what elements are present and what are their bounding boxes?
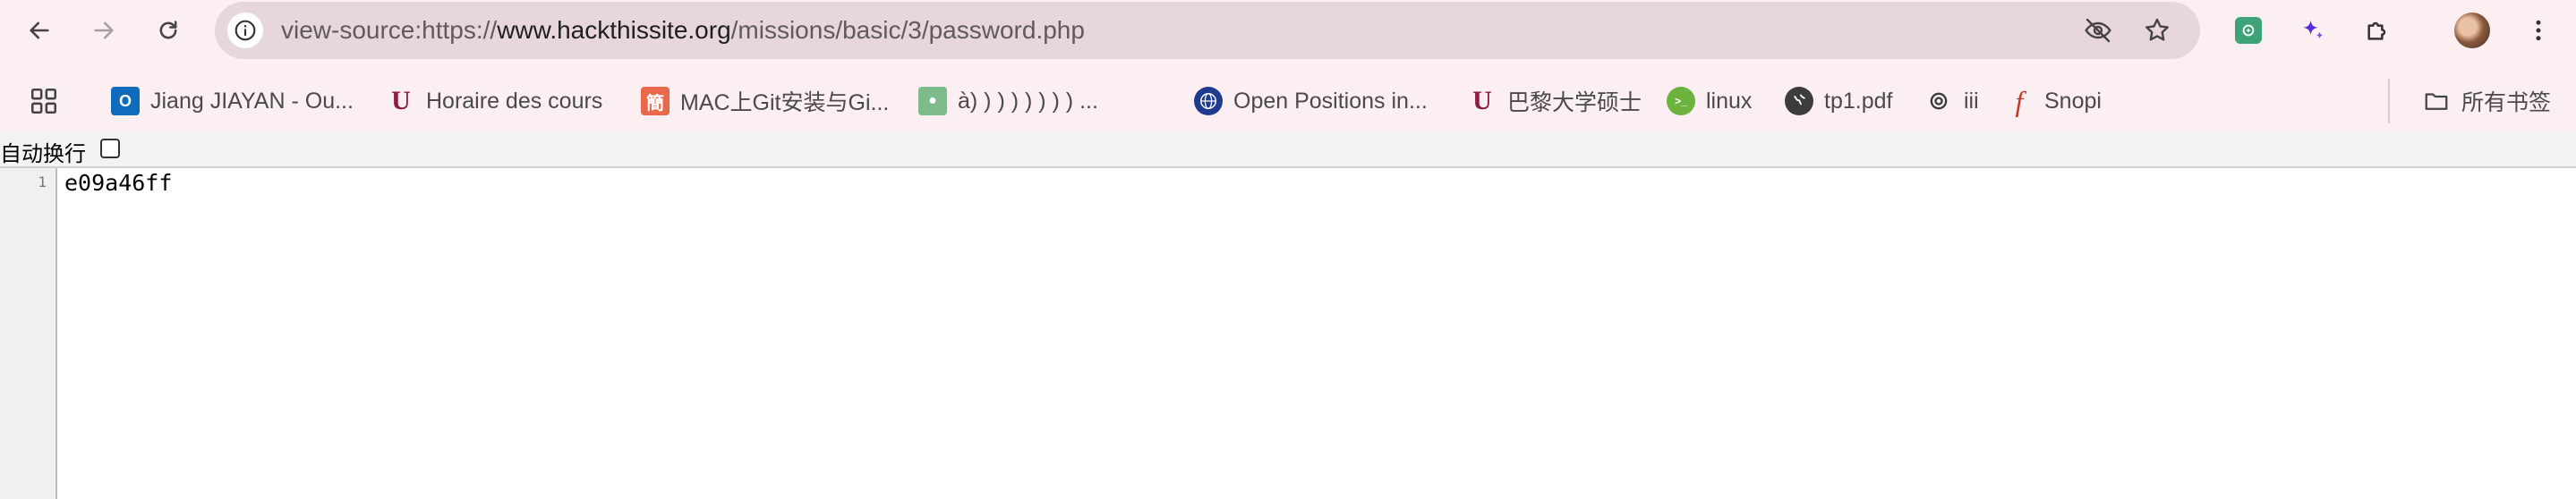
bookmark-paris-master[interactable]: U 巴黎大学硕士: [1468, 80, 1642, 122]
jianshu-icon: 簡: [641, 87, 670, 115]
bookmark-iii[interactable]: iii: [1924, 80, 1979, 122]
eye-slash-icon: [2085, 18, 2111, 43]
address-bar[interactable]: view-source:https://www.hackthissite.org…: [215, 2, 2200, 59]
openai-icon: [2235, 17, 2262, 44]
bookmark-outlook[interactable]: O Jiang JIAYAN - Ou...: [111, 80, 354, 122]
url-host: www.hackthissite.org: [497, 16, 731, 44]
back-arrow-icon: [30, 21, 49, 39]
bookmark-git[interactable]: 簡 MAC上Git安装与Gi...: [641, 80, 889, 122]
url-path: /missions/basic/3/password.php: [730, 16, 1085, 44]
line-number-gutter: 1: [0, 168, 57, 499]
line-number: 1: [38, 173, 47, 190]
bookmark-label: tp1.pdf: [1824, 88, 1893, 114]
bookmark-label: iii: [1964, 88, 1979, 114]
bookmark-label: linux: [1706, 88, 1753, 114]
bookmark-label: 巴黎大学硕士: [1507, 90, 1642, 115]
linux-icon: >_: [1667, 87, 1695, 115]
bookmark-open-positions[interactable]: Open Positions in...: [1194, 80, 1428, 122]
bookmark-linux[interactable]: >_ linux: [1667, 80, 1752, 122]
forward-arrow-icon: [94, 21, 114, 39]
more-vertical-icon: [2536, 20, 2541, 41]
bookmark-tp1-pdf[interactable]: tp1.pdf: [1785, 80, 1892, 122]
profile-button[interactable]: [2454, 13, 2490, 48]
apps-grid-icon: [30, 88, 57, 114]
bookmark-label: MAC上Git安装与Gi...: [680, 90, 890, 115]
gemini-button[interactable]: [2295, 13, 2331, 48]
bookmark-label: Snopi: [2044, 88, 2102, 114]
bookmark-paw[interactable]: ● à) ) ) ) ) ) ) ) ...: [918, 80, 1098, 122]
line-wrap-checkbox[interactable]: [100, 139, 120, 158]
globe-icon: [1785, 87, 1813, 115]
browser-menu-button[interactable]: [2521, 13, 2556, 48]
bookmarks-divider: [2388, 79, 2390, 123]
source-line: e09a46ff: [64, 170, 173, 196]
all-bookmarks-button[interactable]: 所有书签: [2422, 80, 2551, 122]
reload-button[interactable]: [150, 13, 186, 48]
bookmark-label: Jiang JIAYAN - Ou...: [150, 88, 354, 114]
paw-icon: ●: [918, 87, 947, 115]
extensions-button[interactable]: [2359, 13, 2395, 48]
script-f-icon: f: [2015, 84, 2024, 117]
bookmark-star-button[interactable]: [2139, 13, 2175, 48]
line-wrap-bar: 自动换行: [0, 132, 2576, 168]
bookmark-label: Horaire des cours: [426, 88, 603, 114]
bookmark-label: à) ) ) ) ) ) ) ) ...: [958, 88, 1098, 114]
site-info-button[interactable]: [227, 13, 263, 48]
folder-icon: [2422, 87, 2451, 115]
line-wrap-label: 自动换行: [0, 141, 86, 166]
university-logo-icon: U: [391, 86, 411, 115]
browser-toolbar: view-source:https://www.hackthissite.org…: [0, 0, 2576, 61]
outlook-icon: O: [111, 87, 140, 115]
puzzle-icon: [2367, 21, 2386, 40]
university-logo-icon: U: [1472, 86, 1492, 115]
bookmark-label: Open Positions in...: [1233, 88, 1428, 114]
url-scheme: view-source:https://: [281, 16, 498, 44]
openai-icon: [1924, 87, 1953, 115]
bookmark-horaire[interactable]: U Horaire des cours: [387, 80, 602, 122]
back-button[interactable]: [21, 13, 57, 48]
info-icon: [235, 20, 256, 41]
star-icon: [2145, 18, 2169, 41]
bookmark-snopi[interactable]: f Snopi: [2005, 80, 2102, 122]
reload-icon: [159, 21, 177, 39]
sparkle-icon: [2303, 20, 2324, 39]
chatgpt-extension-button[interactable]: [2231, 13, 2266, 48]
url-text[interactable]: view-source:https://www.hackthissite.org…: [281, 2, 1085, 59]
apps-grid-button[interactable]: [29, 86, 59, 116]
bookmark-label: 所有书签: [2461, 90, 2552, 115]
forward-button[interactable]: [86, 13, 122, 48]
globe-seal-icon: [1194, 87, 1223, 115]
avatar: [2454, 13, 2490, 48]
tracking-protection-button[interactable]: [2080, 13, 2116, 48]
